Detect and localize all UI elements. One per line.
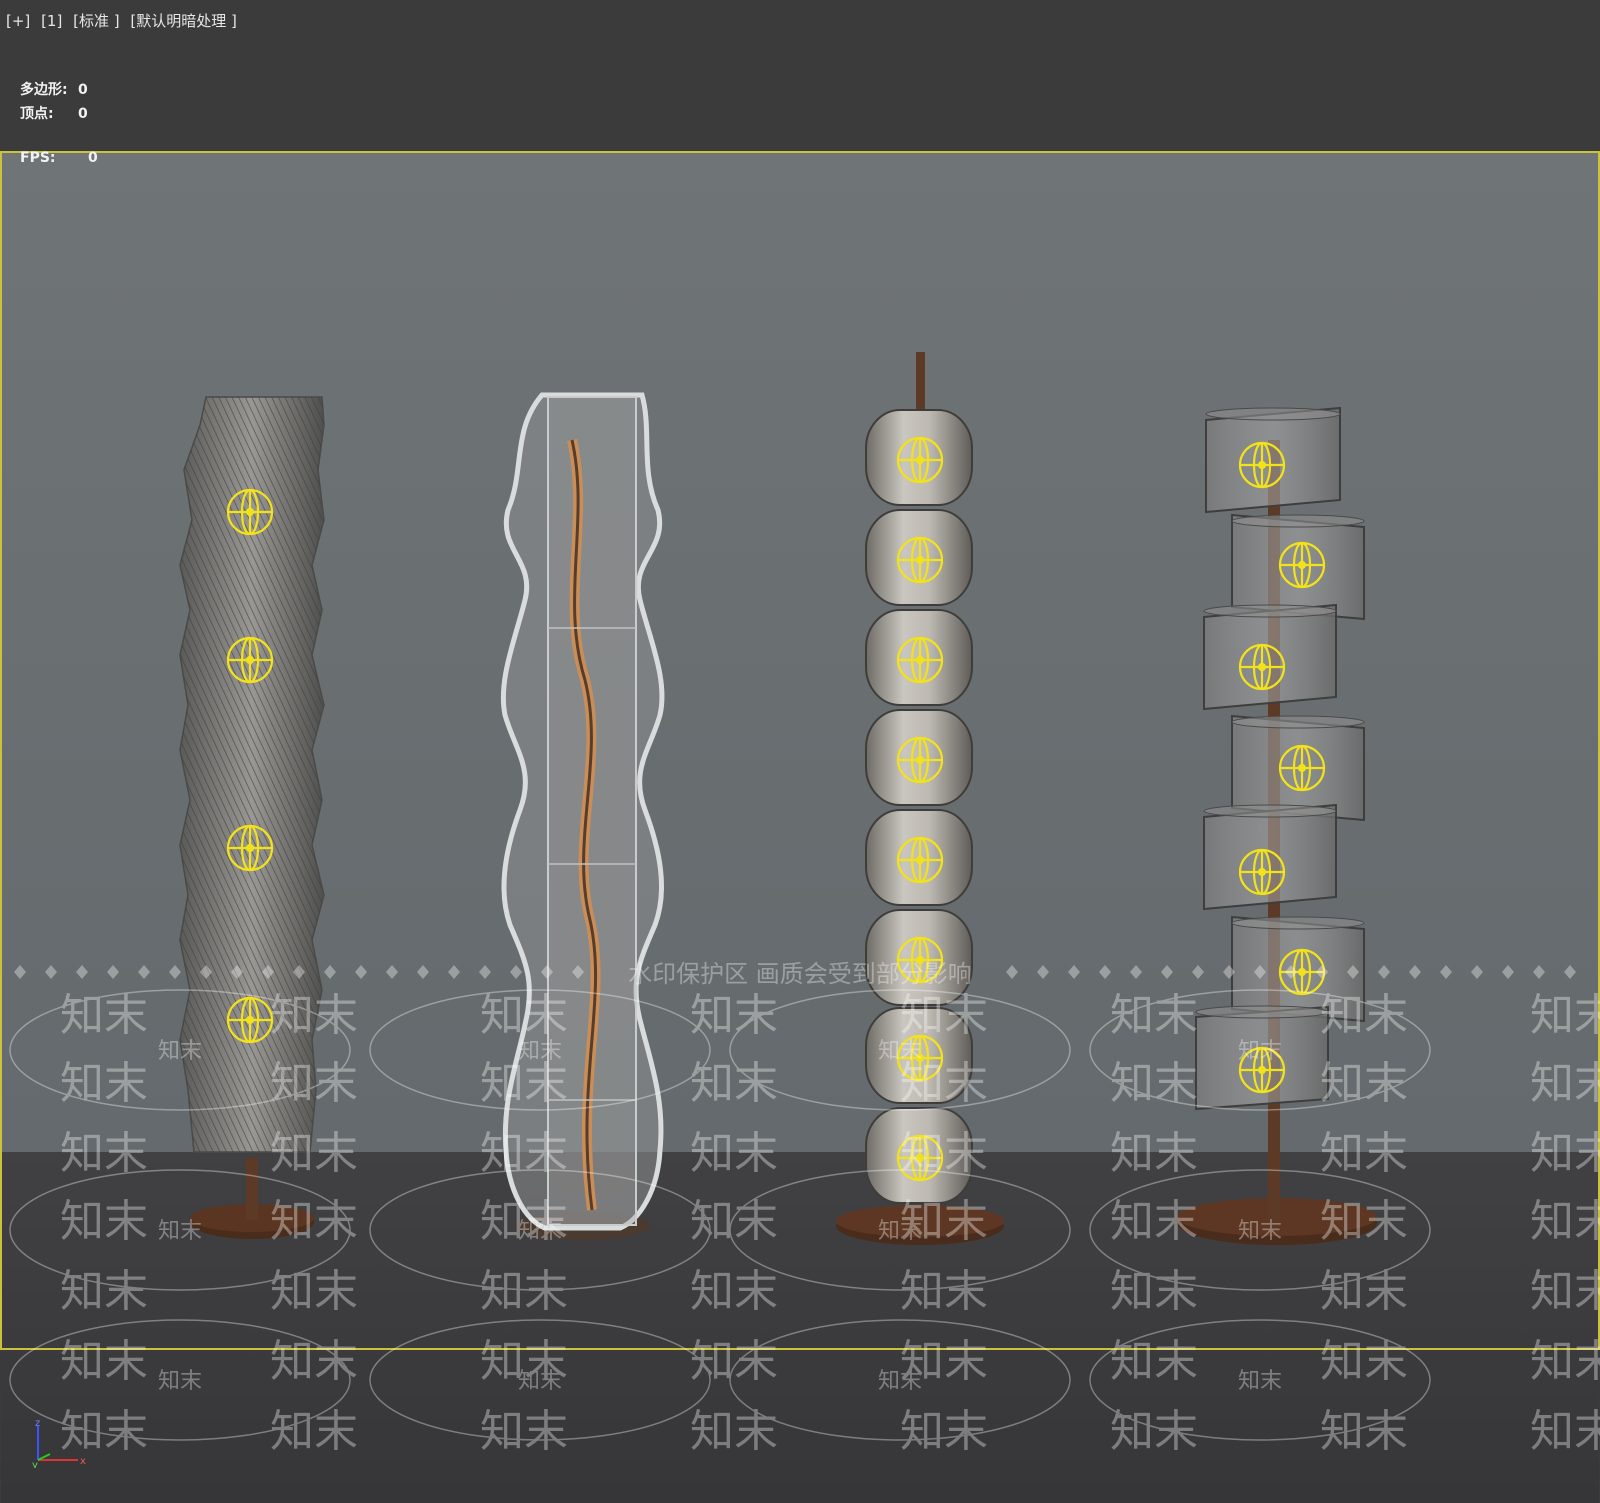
watermark-small-text: 知末 [158,1039,202,1064]
watermark-logo-text: 知末 [60,1336,148,1387]
watermark-small-text: 知末 [518,1369,562,1394]
polygons-label: 多边形: [20,82,68,98]
watermark-logo-text: 知末 [1320,1128,1408,1179]
light-gizmo-icon [896,536,944,584]
watermark-logo-text: 知末 [900,990,988,1041]
axis-tripod-icon: z y x [32,1418,86,1468]
vertices-label: 顶点: [20,106,54,122]
watermark-logo-text: 知末 [1110,1128,1198,1179]
floor-lamp-twisted-ribbed[interactable] [179,396,325,1239]
watermark-small-text: 知末 [1238,1039,1282,1064]
viewport-label-menu: [+] [1] [标准 ] [默认明暗处理 ] [6,10,243,31]
axis-y-label: y [32,1460,38,1468]
vertices-value: 0 [78,106,88,122]
watermark-logo-text: 知末 [1530,1058,1600,1109]
watermark-logo-text: 知末 [1530,1266,1600,1317]
watermark-small-text: 知末 [1238,1369,1282,1394]
watermark-logo-text: 知末 [1110,990,1198,1041]
watermark-logo-text: 知末 [1530,1406,1600,1457]
watermark-logo-text: 知末 [480,1128,568,1179]
watermark-logo-text: 知末 [1320,990,1408,1041]
watermark-logo-text: 知末 [1530,1128,1600,1179]
light-gizmo-icon [896,436,944,484]
watermark-logo-text: 知末 [60,1058,148,1109]
light-gizmo-icon [226,636,274,684]
watermark-logo-text: 知末 [900,1406,988,1457]
axis-x-label: x [80,1456,86,1467]
light-gizmo-icon [1238,441,1286,489]
stats-polygons: 多边形: 0 [20,79,88,99]
fps-value: 0 [88,150,98,166]
watermark-banner: 水印保护区 画质会受到部分影响 [628,960,972,988]
lamp-cylinder-shade-2 [1231,513,1365,621]
watermark-logo-text: 知末 [1320,1196,1408,1247]
watermark-logo-text: 知末 [1110,1058,1198,1109]
watermark-logo-text: 知末 [1320,1266,1408,1317]
watermark-logo-text: 知末 [690,1128,778,1179]
watermark-logo-text: 知末 [60,1196,148,1247]
light-gizmo-icon [896,736,944,784]
light-gizmo-icon [226,996,274,1044]
watermark-small-text: 知末 [1238,1219,1282,1244]
viewport-shading-menu[interactable]: [标准 ] [73,12,119,30]
floor-lamp-wavy-glass[interactable] [500,392,665,1240]
polygons-value: 0 [78,82,88,98]
watermark-logo-text: 知末 [60,990,148,1041]
watermark-logo-text: 知末 [270,1266,358,1317]
light-gizmo-icon [226,488,274,536]
fps-label: FPS: [20,150,56,166]
watermark-logo-text: 知末 [480,1058,568,1109]
watermark-logo-text: 知末 [270,1128,358,1179]
watermark-small-text: 知末 [158,1369,202,1394]
light-gizmo-icon [1238,643,1286,691]
watermark-logo-text: 知末 [1110,1196,1198,1247]
light-gizmo-icon [1278,744,1326,792]
watermark-logo-text: 知末 [690,1266,778,1317]
lamp-cylinder-shade-1 [1205,406,1341,514]
watermark-small-text: 知末 [158,1219,202,1244]
watermark-logo-text: 知末 [690,1406,778,1457]
watermark-small-text: 知末 [878,1039,922,1064]
watermark-logo-text: 知末 [1110,1266,1198,1317]
watermark-logo-text: 知末 [270,1406,358,1457]
viewport-lighting-menu[interactable]: [默认明暗处理 ] [130,12,236,30]
viewport-plus-menu[interactable]: [+] [6,12,30,30]
stats-fps: FPS: 0 [20,150,98,166]
watermark-logo-text: 知末 [60,1266,148,1317]
watermark-logo-text: 知末 [480,1266,568,1317]
watermark-small-text: 知末 [878,1219,922,1244]
light-gizmo-icon [896,636,944,684]
watermark-logo-text: 知末 [1320,1406,1408,1457]
viewport-scene[interactable]: 水印保护区 画质会受到部分影响知末 知末 知末 知末 知末 知末 知末 知末知末 知末 知末 知末知… [0,0,1600,1503]
watermark-logo-text: 知末 [480,1406,568,1457]
light-gizmo-icon [226,824,274,872]
watermark-small-text: 知末 [518,1219,562,1244]
axis-z-label: z [35,1418,40,1429]
3d-viewport[interactable]: 水印保护区 画质会受到部分影响 知末 知末 知末 知末 知末 知末 知末 知末 知末 知末 知末 知末知… [0,0,1600,1503]
watermark-logo-text: 知末 [480,990,568,1041]
watermark-logo-text: 知末 [1320,1058,1408,1109]
watermark-small-text: 知末 [518,1039,562,1064]
watermark-logo-text: 知末 [1530,1196,1600,1247]
light-gizmo-icon [1278,541,1326,589]
watermark-logo-text: 知末 [1530,990,1600,1041]
watermark-logo-text: 知末 [270,1196,358,1247]
light-gizmo-icon [896,836,944,884]
viewport-view-menu[interactable]: [1] [41,12,62,30]
watermark-logo-text: 知末 [270,990,358,1041]
light-gizmo-icon [1238,848,1286,896]
watermark-logo-text: 知末 [1530,1336,1600,1387]
watermark-small-text: 知末 [878,1369,922,1394]
watermark-logo-text: 知末 [900,1058,988,1109]
watermark-logo-text: 知末 [900,1266,988,1317]
watermark-logo-text: 知末 [690,1196,778,1247]
watermark-logo-text: 知末 [1110,1406,1198,1457]
stats-vertices: 顶点: 0 [20,103,88,123]
